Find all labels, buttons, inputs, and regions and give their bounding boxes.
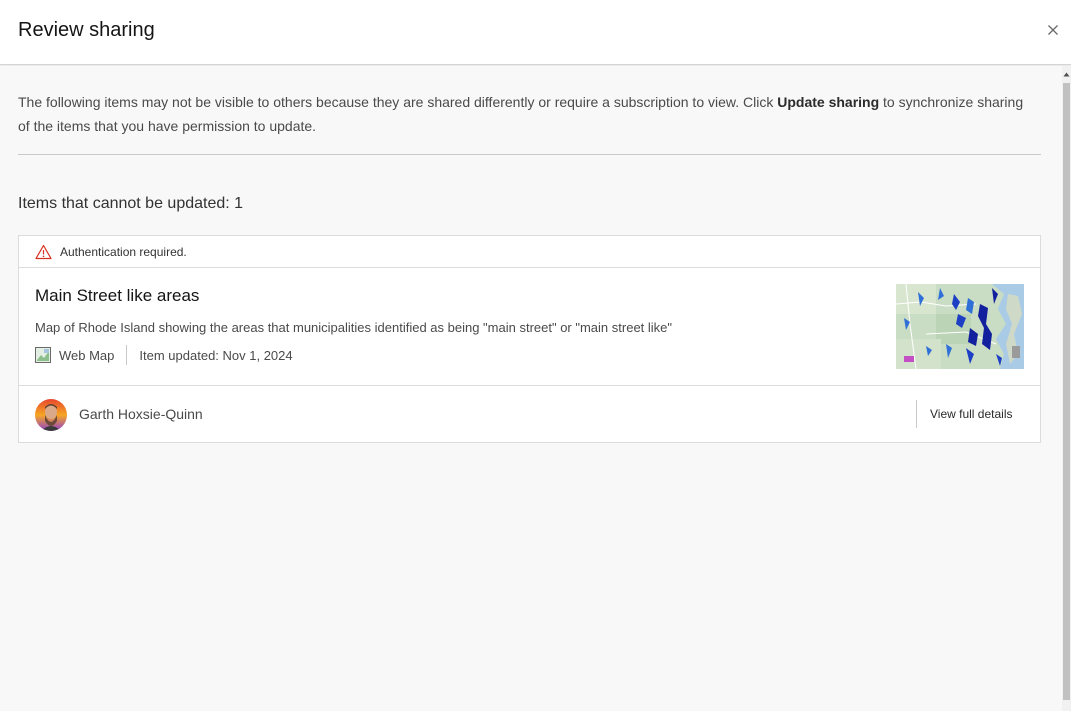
scroll-up-arrow-icon[interactable] bbox=[1062, 66, 1071, 82]
warning-triangle-icon bbox=[35, 244, 52, 260]
avatar bbox=[35, 399, 67, 431]
dialog-title: Review sharing bbox=[18, 19, 155, 41]
intro-text-before: The following items may not be visible t… bbox=[18, 94, 778, 110]
item-meta: Web Map Item updated: Nov 1, 2024 bbox=[35, 344, 293, 366]
scrollbar-thumb[interactable] bbox=[1063, 83, 1070, 700]
scrollbar[interactable] bbox=[1062, 66, 1071, 711]
item-description: Map of Rhode Island showing the areas th… bbox=[35, 320, 673, 335]
alert-text: Authentication required. bbox=[60, 244, 187, 259]
view-full-details-link[interactable]: View full details bbox=[930, 407, 1013, 421]
section-heading: Items that cannot be updated: 1 bbox=[18, 195, 244, 212]
close-button[interactable] bbox=[1043, 20, 1063, 40]
meta-separator bbox=[126, 345, 128, 365]
item-card: Authentication required. Main Street lik… bbox=[18, 235, 1041, 443]
web-map-icon bbox=[35, 347, 51, 363]
close-icon bbox=[1048, 25, 1058, 35]
dialog-content: The following items may not be visible t… bbox=[0, 66, 1062, 711]
map-thumbnail bbox=[896, 284, 1024, 369]
item-title: Main Street like areas bbox=[35, 286, 200, 305]
owner-row: Garth Hoxsie-Quinn View full details bbox=[19, 385, 1040, 443]
item-updated: Item updated: Nov 1, 2024 bbox=[139, 347, 293, 363]
owner-name[interactable]: Garth Hoxsie-Quinn bbox=[79, 406, 203, 422]
intro-text: The following items may not be visible t… bbox=[18, 90, 1028, 138]
item-type: Web Map bbox=[59, 347, 115, 363]
dialog-header: Review sharing bbox=[0, 0, 1071, 65]
details-separator bbox=[916, 400, 917, 428]
divider bbox=[18, 154, 1041, 155]
alert-row: Authentication required. bbox=[19, 236, 1040, 268]
intro-text-bold: Update sharing bbox=[777, 94, 880, 110]
